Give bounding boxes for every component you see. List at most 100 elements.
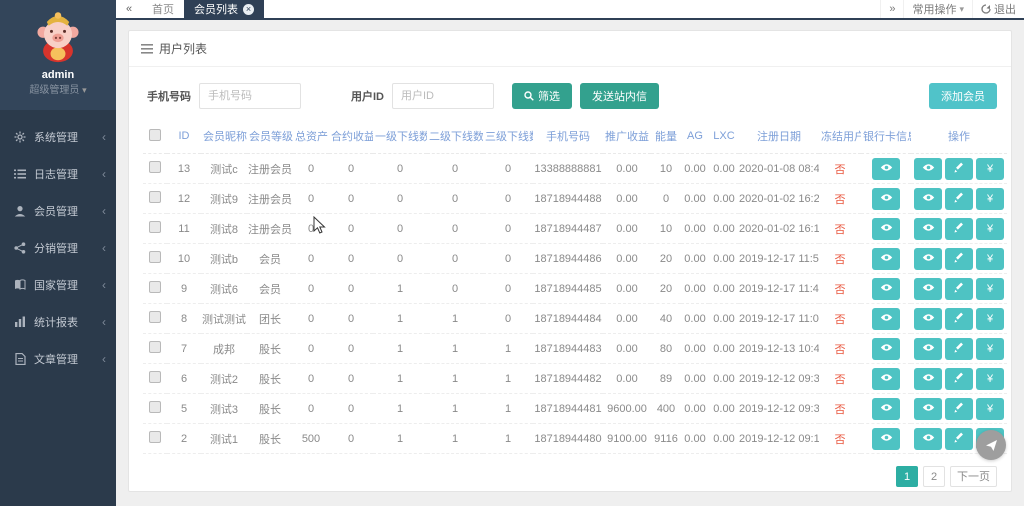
view-button[interactable] — [914, 248, 942, 270]
edit-button[interactable] — [945, 158, 973, 180]
sidebar-item-system[interactable]: 系统管理‹ — [0, 118, 116, 155]
view-button[interactable] — [914, 398, 942, 420]
edit-button[interactable] — [945, 338, 973, 360]
sidebar-item-distribution[interactable]: 分销管理‹ — [0, 229, 116, 266]
row-checkbox[interactable] — [149, 431, 161, 443]
view-button[interactable] — [914, 338, 942, 360]
view-bank-button[interactable] — [872, 308, 900, 330]
pencil-icon — [954, 162, 965, 176]
edit-button[interactable] — [945, 248, 973, 270]
app-window: admin 超级管理员 ▾ 系统管理‹日志管理‹会员管理‹分销管理‹国家管理‹统… — [0, 0, 1024, 506]
cell-ag: 0.00 — [681, 334, 709, 364]
cell-phone: 18718944485 — [533, 274, 603, 304]
select-all-checkbox[interactable] — [149, 129, 161, 141]
eye-icon — [922, 313, 935, 325]
tab-home[interactable]: 首页 — [142, 0, 184, 18]
edit-button[interactable] — [945, 218, 973, 240]
add-member-button[interactable]: 添加会员 — [929, 83, 997, 109]
sidebar-item-country[interactable]: 国家管理‹ — [0, 266, 116, 303]
view-button[interactable] — [914, 428, 942, 450]
view-button[interactable] — [914, 188, 942, 210]
cell-id: 8 — [167, 304, 201, 334]
view-bank-button[interactable] — [872, 368, 900, 390]
balance-button[interactable]: ¥ — [976, 398, 1004, 420]
cell-l2: 1 — [427, 364, 483, 394]
row-checkbox[interactable] — [149, 311, 161, 323]
view-bank-button[interactable] — [872, 278, 900, 300]
edit-button[interactable] — [945, 398, 973, 420]
balance-button[interactable]: ¥ — [976, 368, 1004, 390]
view-bank-button[interactable] — [872, 248, 900, 270]
row-checkbox[interactable] — [149, 401, 161, 413]
cell-contract: 0 — [329, 394, 373, 424]
sidebar-item-report[interactable]: 统计报表‹ — [0, 303, 116, 340]
tabs-scroll-left-icon[interactable]: « — [116, 0, 142, 18]
sidebar-item-member[interactable]: 会员管理‹ — [0, 192, 116, 229]
edit-button[interactable] — [945, 278, 973, 300]
view-button[interactable] — [914, 218, 942, 240]
column-header: 推广收益 — [603, 121, 651, 154]
column-header: 手机号码 — [533, 121, 603, 154]
page-button-1[interactable]: 1 — [896, 466, 918, 487]
cell-date: 2019-12-17 11:48 — [739, 274, 819, 304]
view-bank-button[interactable] — [872, 398, 900, 420]
next-page-button[interactable]: 下一页 — [950, 466, 997, 487]
view-bank-button[interactable] — [872, 338, 900, 360]
userid-input[interactable] — [392, 83, 494, 109]
sidebar-item-log[interactable]: 日志管理‹ — [0, 155, 116, 192]
balance-button[interactable]: ¥ — [976, 158, 1004, 180]
balance-button[interactable]: ¥ — [976, 338, 1004, 360]
view-button[interactable] — [914, 308, 942, 330]
balance-button[interactable]: ¥ — [976, 218, 1004, 240]
floating-action-button[interactable] — [976, 430, 1006, 460]
cell-frozen: 否 — [819, 154, 861, 184]
column-header: ID — [167, 121, 201, 154]
filter-button[interactable]: 筛选 — [512, 83, 572, 109]
table-row: 7成邦股长00111187189444830.00800.000.002019-… — [143, 334, 1007, 364]
cell-l1: 1 — [373, 394, 427, 424]
view-bank-button[interactable] — [872, 188, 900, 210]
row-checkbox[interactable] — [149, 221, 161, 233]
sidebar-item-article[interactable]: 文章管理‹ — [0, 340, 116, 377]
edit-button[interactable] — [945, 308, 973, 330]
cell-l3: 0 — [483, 304, 533, 334]
pencil-icon — [954, 402, 965, 416]
edit-button[interactable] — [945, 428, 973, 450]
row-checkbox[interactable] — [149, 191, 161, 203]
cell-level: 注册会员 — [247, 214, 293, 244]
cell-assets: 0 — [293, 184, 329, 214]
common-actions-dropdown[interactable]: 常用操作 ▾ — [903, 0, 972, 18]
row-checkbox[interactable] — [149, 251, 161, 263]
edit-button[interactable] — [945, 188, 973, 210]
row-checkbox[interactable] — [149, 281, 161, 293]
balance-button[interactable]: ¥ — [976, 188, 1004, 210]
column-header: AG — [681, 121, 709, 154]
tabs-scroll-right-icon[interactable]: » — [880, 0, 903, 18]
row-checkbox[interactable] — [149, 161, 161, 173]
phone-input[interactable] — [199, 83, 301, 109]
view-bank-button[interactable] — [872, 218, 900, 240]
logout-button[interactable]: 退出 — [972, 0, 1024, 18]
cell-ag: 0.00 — [681, 184, 709, 214]
view-button[interactable] — [914, 368, 942, 390]
view-bank-button[interactable] — [872, 158, 900, 180]
cell-frozen: 否 — [819, 394, 861, 424]
eye-icon — [880, 313, 893, 325]
balance-button[interactable]: ¥ — [976, 248, 1004, 270]
role-dropdown[interactable]: 超级管理员 ▾ — [0, 83, 116, 98]
tab-member-list[interactable]: 会员列表× — [184, 0, 264, 18]
view-bank-button[interactable] — [872, 428, 900, 450]
edit-button[interactable] — [945, 368, 973, 390]
row-checkbox[interactable] — [149, 371, 161, 383]
tab-close-icon[interactable]: × — [243, 4, 254, 15]
balance-button[interactable]: ¥ — [976, 278, 1004, 300]
cell-l2: 0 — [427, 184, 483, 214]
view-button[interactable] — [914, 158, 942, 180]
balance-button[interactable]: ¥ — [976, 308, 1004, 330]
row-checkbox[interactable] — [149, 341, 161, 353]
send-message-button[interactable]: 发送站内信 — [580, 83, 659, 109]
eye-icon — [880, 163, 893, 175]
cell-l1: 1 — [373, 424, 427, 454]
page-button-2[interactable]: 2 — [923, 466, 945, 487]
view-button[interactable] — [914, 278, 942, 300]
